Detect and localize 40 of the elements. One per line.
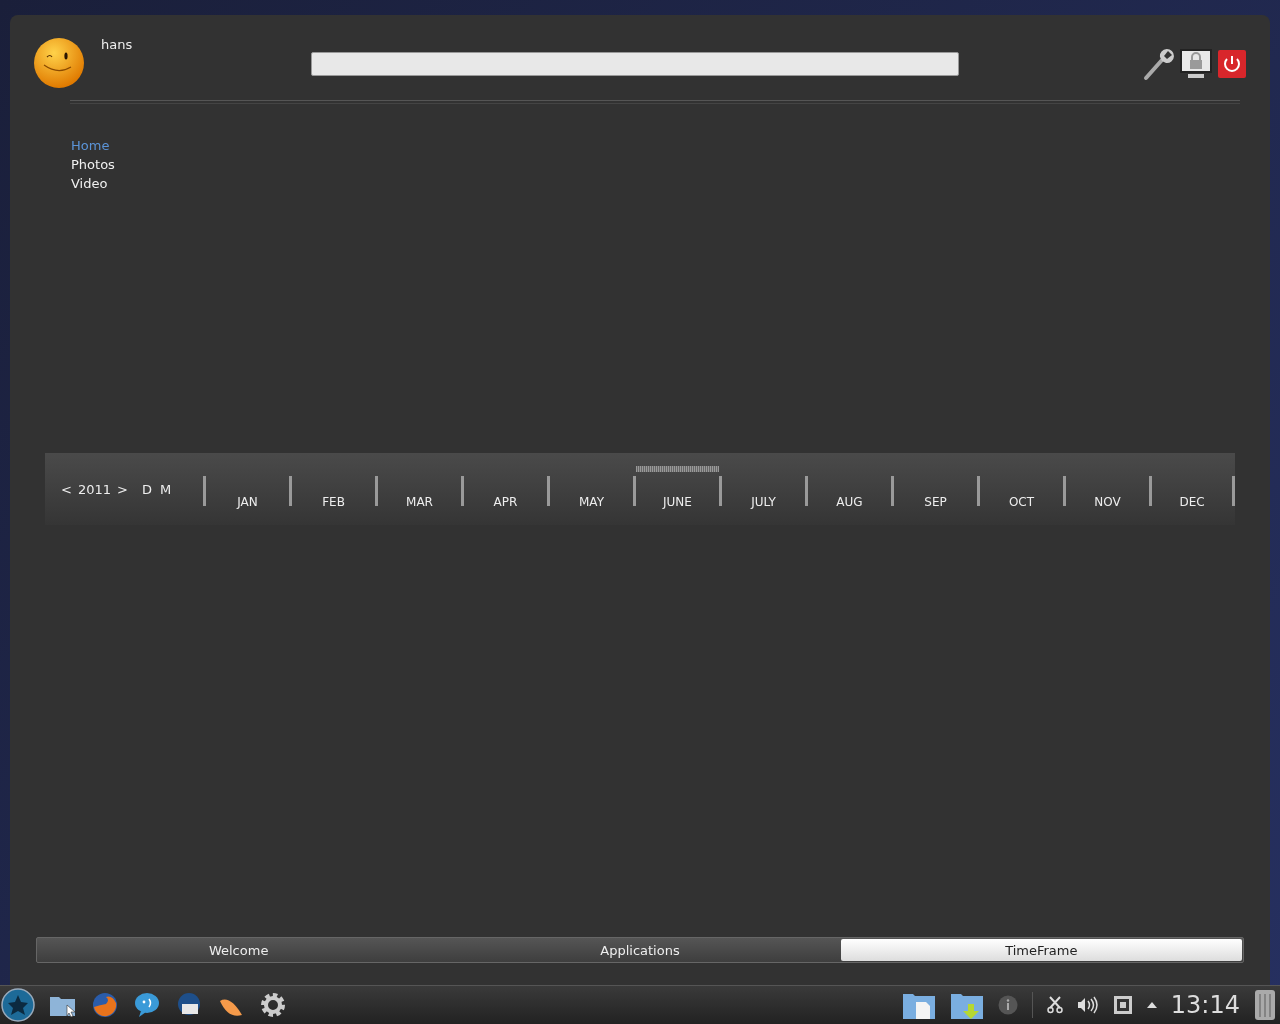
month-label[interactable]: MAR bbox=[406, 495, 433, 509]
next-year-button[interactable]: > bbox=[113, 482, 132, 497]
scissors-icon[interactable] bbox=[1046, 996, 1063, 1014]
month-label[interactable]: APR bbox=[493, 495, 518, 509]
month-label[interactable]: DEC bbox=[1179, 495, 1205, 509]
nav-link[interactable]: Home bbox=[71, 138, 110, 153]
settings-icon[interactable] bbox=[259, 991, 287, 1019]
lock-screen-icon[interactable] bbox=[1180, 49, 1212, 79]
caret-up-icon[interactable] bbox=[1146, 1002, 1157, 1008]
month-view-button[interactable]: M bbox=[155, 482, 176, 497]
clock[interactable]: 13:14 bbox=[1170, 991, 1240, 1019]
month-label[interactable]: NOV bbox=[1094, 495, 1121, 509]
month-label[interactable]: JULY bbox=[751, 495, 776, 509]
info-icon[interactable] bbox=[997, 995, 1018, 1015]
user-name: hans bbox=[101, 37, 133, 52]
tab[interactable]: Welcome bbox=[38, 939, 440, 961]
star-launcher-icon[interactable] bbox=[1, 988, 35, 1022]
nav-link[interactable]: Video bbox=[71, 176, 108, 191]
nav-link[interactable]: Photos bbox=[71, 157, 115, 172]
smiley-icon bbox=[33, 37, 85, 89]
year-label: 2011 bbox=[76, 482, 112, 497]
volume-icon[interactable] bbox=[1076, 996, 1099, 1014]
month-label[interactable]: AUG bbox=[836, 495, 863, 509]
previous-year-button[interactable]: < bbox=[57, 482, 76, 497]
day-view-button[interactable]: D bbox=[137, 482, 156, 497]
browser-icon[interactable] bbox=[91, 991, 119, 1019]
month-label[interactable]: SEP bbox=[924, 495, 947, 509]
month-label[interactable]: FEB bbox=[322, 495, 345, 509]
month-label[interactable]: JAN bbox=[237, 495, 258, 509]
power-icon[interactable] bbox=[1218, 50, 1246, 78]
month-label[interactable]: MAY bbox=[579, 495, 604, 509]
month-label[interactable]: JUNE bbox=[663, 495, 692, 509]
tab[interactable]: TimeFrame bbox=[840, 939, 1242, 961]
month-label[interactable]: OCT bbox=[1008, 495, 1035, 509]
tab[interactable]: Applications bbox=[439, 939, 841, 961]
network-icon[interactable] bbox=[1112, 995, 1133, 1015]
wrench-icon[interactable] bbox=[1142, 47, 1174, 81]
trash-icon[interactable] bbox=[1254, 989, 1276, 1021]
chat-bubble-icon[interactable] bbox=[133, 991, 161, 1019]
search-field[interactable] bbox=[311, 52, 960, 76]
